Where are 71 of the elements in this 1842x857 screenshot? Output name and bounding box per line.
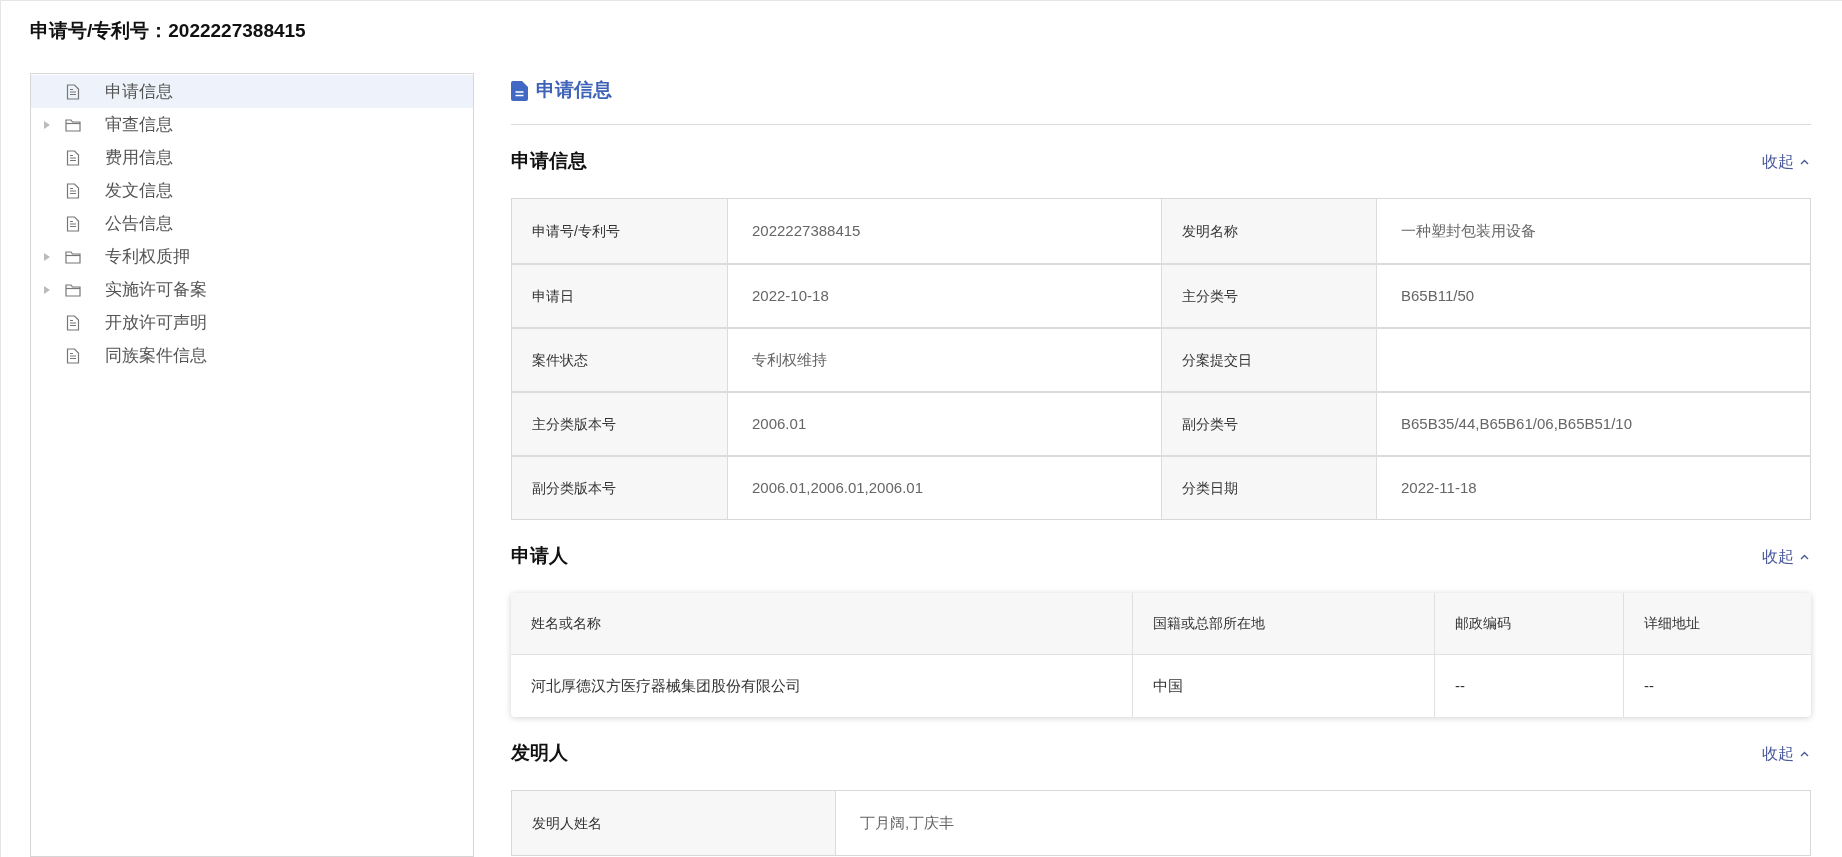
document-icon: [66, 182, 80, 199]
chevron-icon: [1800, 158, 1809, 165]
field-label: 申请号/专利号: [512, 199, 728, 263]
sidebar-item[interactable]: 费用信息: [31, 141, 473, 174]
sidebar-item[interactable]: 发文信息: [31, 174, 473, 207]
section-title: 申请人: [511, 544, 568, 569]
collapse-toggle[interactable]: 收起: [1762, 544, 1809, 569]
field-value: 2022227388415: [752, 220, 861, 241]
collapse-toggle[interactable]: 收起: [1762, 741, 1809, 766]
table-cell-text: 河北厚德汉方医疗器械集团股份有限公司: [530, 675, 802, 696]
sidebar-label: 开放许可声明: [105, 311, 207, 334]
field-label: 发明人姓名: [512, 791, 836, 855]
collapse-toggle[interactable]: 收起: [1762, 149, 1809, 174]
chevron-icon: [1800, 553, 1809, 560]
document-icon: [66, 215, 80, 232]
field-label: 案件状态: [512, 329, 728, 391]
field-value: 丁月阔,丁庆丰: [860, 812, 955, 833]
field-label: 主分类号: [1161, 265, 1377, 327]
document-icon: [66, 149, 80, 166]
field-value: 2006.01,2006.01,2006.01: [752, 477, 923, 498]
sidebar-item[interactable]: 开放许可声明: [31, 306, 473, 339]
document-icon: [66, 347, 80, 364]
sidebar-label: 实施许可备案: [105, 278, 207, 301]
page-title: 申请号/专利号：2022227388415: [29, 19, 307, 43]
field-value: B65B35/44,B65B61/06,B65B51/10: [1401, 413, 1633, 434]
field-label: 发明名称: [1161, 199, 1377, 263]
sidebar-label: 公告信息: [105, 212, 173, 235]
sidebar-label: 申请信息: [105, 80, 173, 103]
caret-icon[interactable]: [44, 120, 50, 129]
field-label: 副分类号: [1161, 393, 1377, 455]
field-label: 副分类版本号: [512, 457, 728, 519]
sidebar-item[interactable]: 审查信息: [31, 108, 473, 141]
table-cell: --: [1623, 655, 1811, 717]
caret-icon[interactable]: [44, 285, 50, 294]
field-label: 申请日: [512, 265, 728, 327]
column-header: 国籍或总部所在地: [1132, 593, 1434, 654]
column-header: 详细地址: [1623, 593, 1811, 654]
table-cell: --: [1434, 655, 1623, 717]
chevron-icon: [1800, 750, 1809, 757]
sidebar-item[interactable]: 专利权质押: [31, 240, 473, 273]
document-icon: [66, 83, 80, 100]
content-title: 申请信息: [536, 78, 612, 103]
document-icon: [511, 80, 528, 101]
field-value: 2022-10-18: [752, 285, 829, 306]
column-header: 邮政编码: [1434, 593, 1623, 654]
section-title: 发明人: [511, 741, 568, 766]
sidebar-label: 专利权质押: [105, 245, 190, 268]
field-label: 分类日期: [1161, 457, 1377, 519]
sidebar-item[interactable]: 同族案件信息: [31, 339, 473, 372]
sidebar-item[interactable]: 实施许可备案: [31, 273, 473, 306]
field-label: 分案提交日: [1161, 329, 1377, 391]
field-value: 一种塑封包装用设备: [1401, 220, 1536, 241]
folder-icon: [65, 282, 81, 297]
sidebar-item[interactable]: 申请信息: [31, 75, 473, 108]
caret-icon[interactable]: [44, 252, 50, 261]
field-value: 2022-11-18: [1401, 477, 1477, 498]
document-icon: [66, 314, 80, 331]
field-label: 主分类版本号: [512, 393, 728, 455]
column-header: 姓名或名称: [530, 614, 602, 633]
sidebar-item[interactable]: 公告信息: [31, 207, 473, 240]
field-value: 2006.01: [752, 413, 807, 434]
section-title: 申请信息: [511, 149, 587, 174]
folder-icon: [65, 117, 81, 132]
field-value: B65B11/50: [1401, 285, 1475, 306]
sidebar-label: 费用信息: [105, 146, 173, 169]
sidebar-label: 同族案件信息: [105, 344, 207, 367]
folder-icon: [65, 249, 81, 264]
field-value: 专利权维持: [752, 349, 827, 370]
table-cell: 中国: [1132, 655, 1434, 717]
sidebar-label: 发文信息: [105, 179, 173, 202]
sidebar-label: 审查信息: [105, 113, 173, 136]
